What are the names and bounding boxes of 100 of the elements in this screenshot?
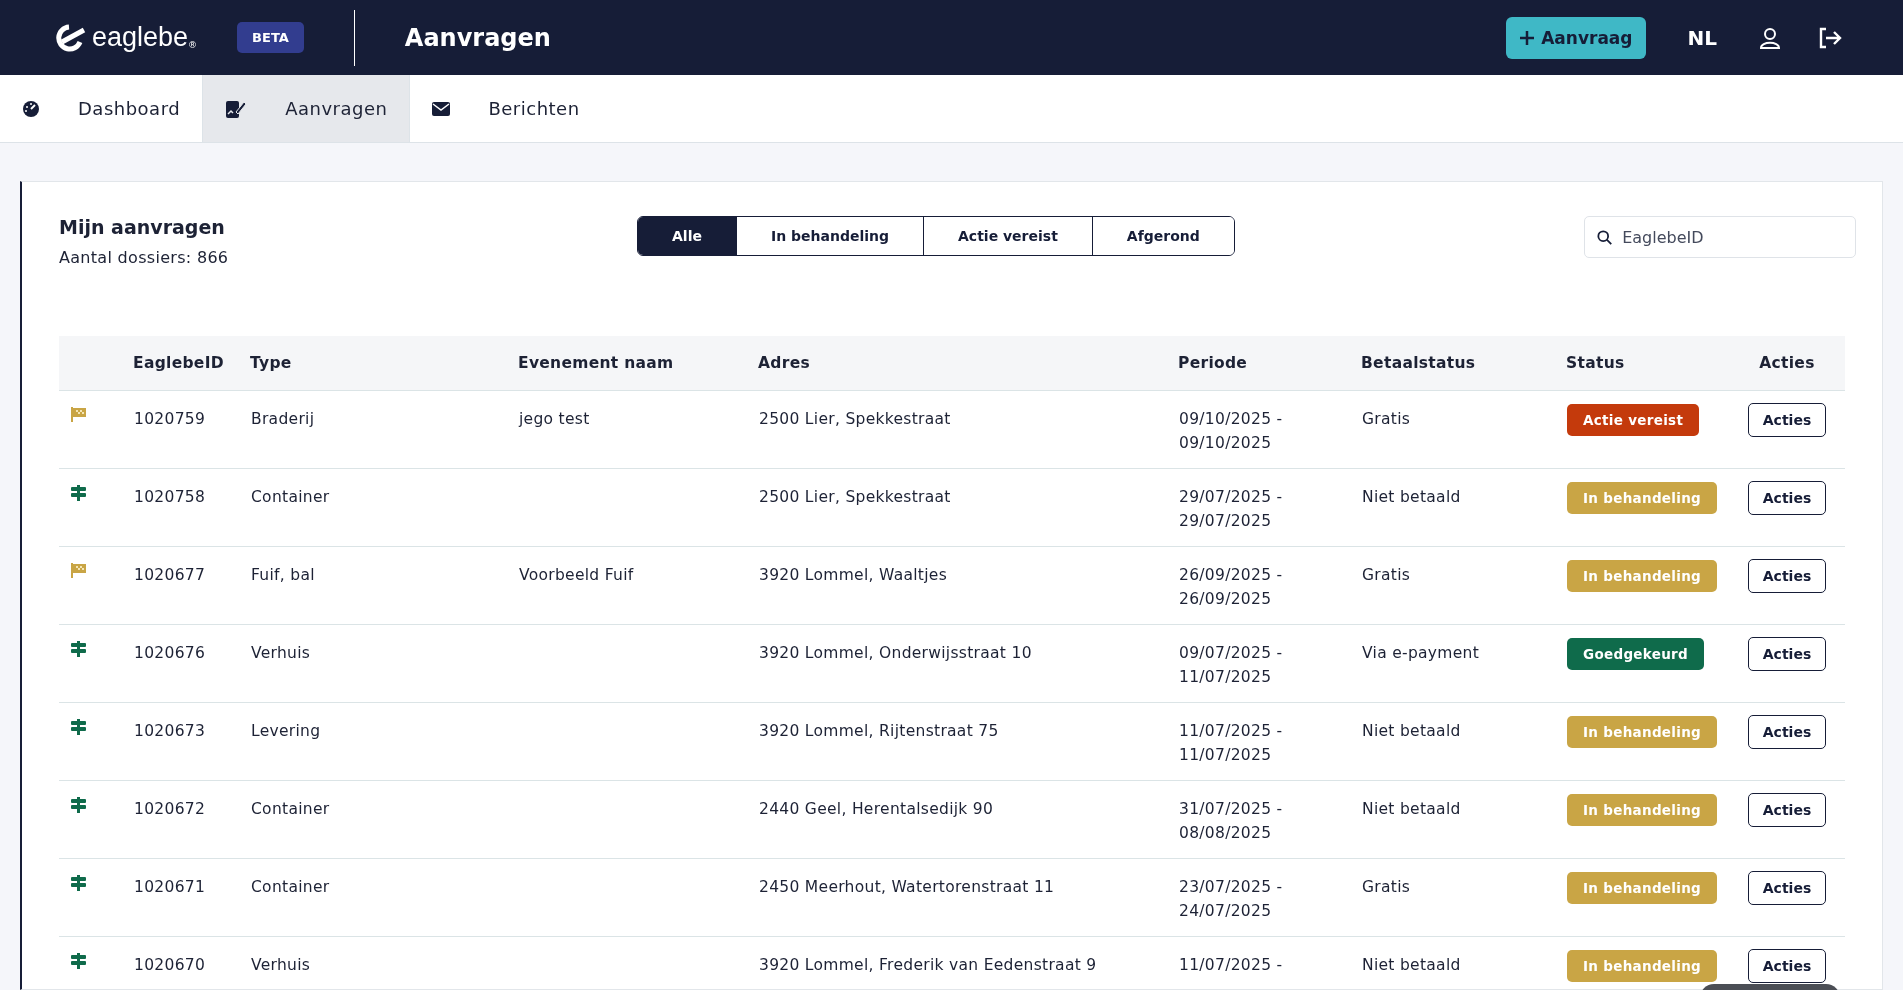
column-header: Evenement naam (518, 354, 674, 372)
column-header: Adres (758, 354, 810, 372)
address-cell-text: 3920 Lommel, Rijtenstraat 75 (759, 721, 1000, 742)
actions-button[interactable]: Acties (1747, 403, 1827, 437)
column-header: Type (250, 354, 292, 372)
id-cell-text: 1020676 (134, 643, 207, 664)
actions-button[interactable]: Acties (1747, 637, 1827, 671)
period-line: 11/07/2025 (1179, 667, 1273, 688)
payment-status-cell-text: Niet betaald (1362, 799, 1462, 820)
checkered-flag-icon (71, 563, 86, 578)
status-badge: In behandeling (1567, 716, 1718, 748)
panel-title: Mijn aanvragen (59, 216, 226, 238)
payment-status-cell-text: Gratis (1362, 877, 1412, 898)
address-cell-text: 2440 Geel, Herentalsedijk 90 (759, 799, 995, 820)
address-cell-text: 3920 Lommel, Frederik van Eedenstraat 9 (759, 955, 1098, 976)
period-line: 31/07/2025 - (1179, 799, 1284, 820)
id-cell-text: 1020759 (134, 409, 207, 430)
event-name-cell-text: Voorbeeld Fuif (519, 565, 635, 586)
status-badge: Goedgekeurd (1567, 638, 1704, 670)
user-icon[interactable] (1759, 26, 1781, 49)
status-badge: In behandeling (1567, 482, 1718, 514)
id-cell-text: 1020670 (134, 955, 207, 976)
period-line: 08/08/2025 (1179, 823, 1273, 844)
payment-status-cell-text: Via e-payment (1362, 643, 1481, 664)
period-line: 09/07/2025 - (1179, 643, 1284, 664)
filter-tab[interactable]: Alle (638, 217, 736, 255)
period-line: 11/07/2025 - (1179, 955, 1284, 976)
type-cell-text: Container (251, 487, 331, 508)
payment-status-cell-text: Niet betaald (1362, 487, 1462, 508)
column-header: Periode (1178, 354, 1248, 372)
dossier-count: Aantal dossiers: 866 (59, 248, 230, 267)
signpost-icon (71, 953, 86, 969)
period-line: 29/07/2025 - (1179, 487, 1284, 508)
actions-button[interactable]: Acties (1747, 949, 1827, 983)
period-line: 29/07/2025 (1179, 511, 1273, 532)
period-line: 09/10/2025 (1179, 433, 1273, 454)
address-cell-text: 2500 Lier, Spekkestraat (759, 409, 952, 430)
status-badge: In behandeling (1567, 872, 1718, 904)
signpost-icon (71, 875, 86, 891)
address-cell-text: 3920 Lommel, Onderwijsstraat 10 (759, 643, 1033, 664)
column-header: Betaalstatus (1361, 354, 1476, 372)
type-cell-text: Container (251, 877, 331, 898)
filter-tab[interactable]: Afgerond (1091, 217, 1234, 255)
address-cell-text: 3920 Lommel, Waaltjes (759, 565, 949, 586)
period-line: 11/07/2025 (1179, 745, 1273, 766)
payment-status-cell-text: Gratis (1362, 565, 1412, 586)
address-cell-text: 2500 Lier, Spekkestraat (759, 487, 952, 508)
type-cell-text: Container (251, 799, 331, 820)
event-name-cell-text: jego test (519, 409, 591, 430)
period-line: 23/07/2025 - (1179, 877, 1284, 898)
checkered-flag-icon (71, 407, 86, 422)
beta-badge: BETA (237, 22, 304, 53)
search-icon (1597, 228, 1613, 246)
actions-button[interactable]: Acties (1747, 793, 1827, 827)
id-cell-text: 1020758 (134, 487, 207, 508)
search-field[interactable]: EaglebeID (1584, 216, 1856, 258)
plus-icon (1519, 29, 1536, 46)
status-badge: In behandeling (1567, 950, 1718, 982)
language-label[interactable]: NL (1687, 25, 1717, 50)
status-badge: In behandeling (1567, 794, 1718, 826)
payment-status-cell-text: Gratis (1362, 409, 1412, 430)
actions-button[interactable]: Acties (1747, 559, 1827, 593)
column-header: Status (1566, 354, 1625, 372)
type-cell-text: Braderij (251, 409, 316, 430)
id-cell-text: 1020677 (134, 565, 207, 586)
period-line: 26/09/2025 - (1179, 565, 1284, 586)
actions-button[interactable]: Acties (1747, 715, 1827, 749)
signpost-icon (71, 719, 86, 735)
logout-icon[interactable] (1817, 26, 1843, 49)
id-cell-text: 1020672 (134, 799, 207, 820)
address-cell-text: 2450 Meerhout, Watertorenstraat 11 (759, 877, 1056, 898)
nav-tab[interactable]: Aanvragen (202, 75, 411, 142)
id-cell-text: 1020671 (134, 877, 207, 898)
logo-text: eaglebe (92, 22, 189, 53)
type-cell-text: Verhuis (251, 643, 312, 664)
column-header: Acties (1759, 354, 1815, 372)
edit-document-icon (225, 98, 248, 119)
id-cell-text: 1020673 (134, 721, 207, 742)
type-cell-text: Levering (251, 721, 322, 742)
actions-button[interactable]: Acties (1747, 871, 1827, 905)
status-badge: In behandeling (1567, 560, 1718, 592)
signpost-icon (71, 485, 86, 501)
status-badge: Actie vereist (1567, 404, 1700, 436)
new-request-button[interactable]: Aanvraag (1506, 16, 1646, 59)
type-cell-text: Verhuis (251, 955, 312, 976)
signpost-icon (71, 797, 86, 813)
period-line: 09/10/2025 - (1179, 409, 1284, 430)
period-line: 26/09/2025 (1179, 589, 1273, 610)
registered-mark: ® (188, 40, 198, 50)
period-line: 11/07/2025 - (1179, 721, 1284, 742)
page-title: Aanvragen (404, 23, 551, 52)
payment-status-cell-text: Niet betaald (1362, 721, 1462, 742)
type-cell-text: Fuif, bal (251, 565, 316, 586)
period-line: 24/07/2025 (1179, 901, 1273, 922)
actions-button[interactable]: Acties (1747, 481, 1827, 515)
payment-status-cell-text: Niet betaald (1362, 955, 1462, 976)
signpost-icon (71, 641, 86, 657)
envelope-icon (432, 101, 451, 116)
gauge-icon (22, 99, 40, 118)
column-header: EaglebeID (133, 354, 224, 372)
